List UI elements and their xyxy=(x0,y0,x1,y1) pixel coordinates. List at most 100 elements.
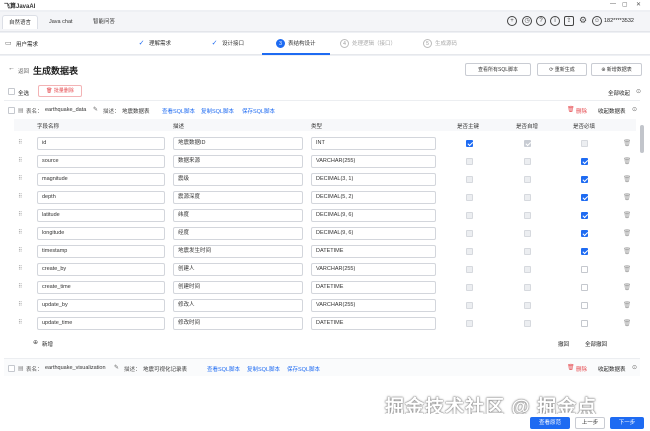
field-type-select[interactable]: VARCHAR(255) xyxy=(311,263,436,276)
field-type-select[interactable]: VARCHAR(255) xyxy=(311,155,436,168)
required-checkbox[interactable] xyxy=(581,212,588,219)
drag-handle-icon[interactable]: ⠿ xyxy=(18,140,23,147)
tab-java-chat[interactable]: Java chat xyxy=(43,15,79,29)
table1-copy-sql-link[interactable]: 复制SQL脚本 xyxy=(201,107,234,115)
drag-handle-icon[interactable]: ⠿ xyxy=(18,284,23,291)
field-name-input[interactable]: create_by xyxy=(37,263,165,276)
step-table-design[interactable]: 3 表结构设计 xyxy=(276,39,316,48)
table1-save-sql-link[interactable]: 保存SQL脚本 xyxy=(242,107,275,115)
drag-handle-icon[interactable]: ⠿ xyxy=(18,302,23,309)
trash-icon[interactable]: 🗑 xyxy=(623,283,631,291)
field-type-select[interactable]: DECIMAL(3, 1) xyxy=(311,173,436,186)
drag-handle-icon[interactable]: ⠿ xyxy=(18,176,23,183)
trash-icon[interactable]: 🗑 xyxy=(567,106,575,113)
trash-icon[interactable]: 🗑 xyxy=(623,247,631,255)
step-understand[interactable]: ✓ 理解需求 xyxy=(137,39,171,48)
field-name-input[interactable]: latitude xyxy=(37,209,165,222)
add-field-link[interactable]: 新增 xyxy=(42,340,53,348)
required-checkbox[interactable] xyxy=(581,176,588,183)
field-name-input[interactable]: create_time xyxy=(37,281,165,294)
field-type-select[interactable]: INT xyxy=(311,137,436,150)
field-type-select[interactable]: DATETIME xyxy=(311,317,436,330)
trash-icon[interactable]: 🗑 xyxy=(623,157,631,165)
field-type-select[interactable]: VARCHAR(255) xyxy=(311,299,436,312)
drag-handle-icon[interactable]: ⠿ xyxy=(18,194,23,201)
table2-checkbox[interactable] xyxy=(8,365,15,372)
tab-qa[interactable]: 智能问答 xyxy=(87,15,121,29)
back-arrow-icon[interactable]: ← xyxy=(8,65,15,72)
edit-icon[interactable]: ✎ xyxy=(114,364,119,371)
field-desc-input[interactable]: 创建人 xyxy=(173,263,303,276)
trash-icon[interactable]: 🗑 xyxy=(623,193,631,201)
add-icon[interactable]: + xyxy=(507,16,517,26)
table2-collapse-link[interactable]: 收起数据表 xyxy=(598,365,626,373)
undo-all-link[interactable]: 全部撤回 xyxy=(585,340,607,348)
drag-handle-icon[interactable]: ⠿ xyxy=(18,158,23,165)
prev-step-button[interactable]: 上一步 xyxy=(575,417,605,429)
field-name-input[interactable]: magnitude xyxy=(37,173,165,186)
chevron-up-icon[interactable]: ⊙ xyxy=(632,106,637,113)
drag-handle-icon[interactable]: ⠿ xyxy=(18,230,23,237)
field-type-select[interactable]: DATETIME xyxy=(311,281,436,294)
field-desc-input[interactable]: 修改时间 xyxy=(173,317,303,330)
chevron-down-icon[interactable]: ⊙ xyxy=(632,364,637,371)
field-desc-input[interactable]: 地震发生时间 xyxy=(173,245,303,258)
field-name-input[interactable]: source xyxy=(37,155,165,168)
collapse-panel-icon[interactable]: ▭ xyxy=(5,39,12,47)
avatar-icon[interactable]: ☺ xyxy=(592,16,602,26)
required-checkbox[interactable] xyxy=(581,320,588,327)
field-name-input[interactable]: depth xyxy=(37,191,165,204)
field-type-select[interactable]: DECIMAL(9, 6) xyxy=(311,209,436,222)
maximize-icon[interactable]: ▢ xyxy=(622,1,628,8)
field-name-input[interactable]: update_by xyxy=(37,299,165,312)
trash-icon[interactable]: 🗑 xyxy=(623,265,631,273)
required-checkbox[interactable] xyxy=(581,266,588,273)
field-desc-input[interactable]: 纬度 xyxy=(173,209,303,222)
collapse-all-link[interactable]: 全部收起 xyxy=(608,89,630,97)
view-all-sql-button[interactable]: 查看所有SQL脚本 xyxy=(465,63,531,76)
view-original-button[interactable]: 查看原范 xyxy=(530,417,570,429)
edit-icon[interactable]: ✎ xyxy=(93,106,98,113)
table1-delete-link[interactable]: 删除 xyxy=(576,107,587,115)
trash-icon[interactable]: 🗑 xyxy=(623,229,631,237)
close-icon[interactable]: ✕ xyxy=(636,1,641,8)
next-step-button[interactable]: 下一步 xyxy=(610,417,644,429)
field-name-input[interactable]: id xyxy=(37,137,165,150)
field-type-select[interactable]: DECIMAL(9, 6) xyxy=(311,227,436,240)
field-desc-input[interactable]: 创建时间 xyxy=(173,281,303,294)
field-name-input[interactable]: timestamp xyxy=(37,245,165,258)
export-icon[interactable]: ⇪ xyxy=(564,16,574,26)
step-design-api[interactable]: ✓ 设计接口 xyxy=(210,39,244,48)
history-icon[interactable]: ◷ xyxy=(522,16,532,26)
help-icon[interactable]: ? xyxy=(536,16,546,26)
plus-circle-icon[interactable]: ⊕ xyxy=(33,339,38,346)
regenerate-button[interactable]: ⟳ 重新生成 xyxy=(537,63,587,76)
table2-view-sql-link[interactable]: 查看SQL脚本 xyxy=(207,365,240,373)
field-desc-input[interactable]: 地震数据ID xyxy=(173,137,303,150)
drag-handle-icon[interactable]: ⠿ xyxy=(18,248,23,255)
add-table-button[interactable]: ⊕ 新增数据表 xyxy=(591,63,642,76)
scrollbar-thumb[interactable] xyxy=(640,125,644,153)
required-checkbox[interactable] xyxy=(581,248,588,255)
table2-copy-sql-link[interactable]: 复制SQL脚本 xyxy=(247,365,280,373)
required-checkbox[interactable] xyxy=(581,194,588,201)
table1-collapse-link[interactable]: 收起数据表 xyxy=(598,107,626,115)
field-desc-input[interactable]: 经度 xyxy=(173,227,303,240)
table1-checkbox[interactable] xyxy=(8,107,15,114)
user-phone[interactable]: 182****3532 xyxy=(604,18,634,24)
trash-icon[interactable]: 🗑 xyxy=(567,364,575,371)
trash-icon[interactable]: 🗑 xyxy=(623,301,631,309)
table2-save-sql-link[interactable]: 保存SQL脚本 xyxy=(287,365,320,373)
field-desc-input[interactable]: 修改人 xyxy=(173,299,303,312)
trash-icon[interactable]: 🗑 xyxy=(623,175,631,183)
required-checkbox[interactable] xyxy=(581,230,588,237)
undo-link[interactable]: 撤回 xyxy=(558,340,569,348)
table1-view-sql-link[interactable]: 查看SQL脚本 xyxy=(162,107,195,115)
step-generate-source[interactable]: 5 生成源码 xyxy=(423,39,457,48)
minimize-icon[interactable]: — xyxy=(610,1,616,7)
trash-icon[interactable]: 🗑 xyxy=(623,211,631,219)
field-desc-input[interactable]: 数据来源 xyxy=(173,155,303,168)
step-logic[interactable]: 4 处理逻辑（接口） xyxy=(340,39,396,48)
required-checkbox[interactable] xyxy=(581,284,588,291)
primary-key-checkbox[interactable] xyxy=(466,140,473,147)
